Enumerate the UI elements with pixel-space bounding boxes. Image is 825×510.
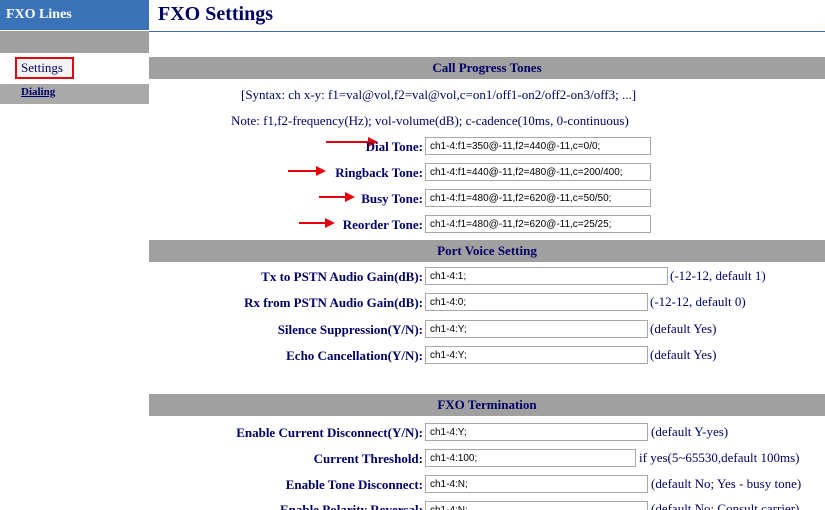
sidebar-item-dialing[interactable]: Dialing: [21, 86, 55, 98]
sidebar-header: FXO Lines: [0, 0, 149, 30]
frequency-note: Note: f1,f2-frequency(Hz); vol-volume(dB…: [231, 113, 629, 128]
tone-disconnect-hint: (default No; Yes - busy tone): [651, 476, 802, 491]
reorder-tone-label: Reorder Tone:: [342, 217, 423, 232]
sidebar: FXO Lines Settings Dialing: [0, 0, 149, 510]
syntax-note: [Syntax: ch x-y: f1=val@vol,f2=val@vol,c…: [241, 87, 637, 102]
tone-disconnect-input[interactable]: [425, 475, 648, 493]
title-divider: [149, 31, 825, 32]
dial-tone-input[interactable]: [425, 137, 651, 155]
polarity-reversal-label: Enable Polarity Reversal:: [280, 502, 423, 510]
section-header-fxo-termination: FXO Termination: [149, 394, 825, 416]
echo-cancellation-label: Echo Cancellation(Y/N):: [286, 348, 423, 363]
red-arrow-reorder: [299, 218, 335, 228]
rx-gain-label: Rx from PSTN Audio Gain(dB):: [244, 295, 423, 310]
dial-tone-label: Dial Tone:: [365, 139, 423, 154]
section-header-call-progress: Call Progress Tones: [149, 57, 825, 79]
ringback-tone-input[interactable]: [425, 163, 651, 181]
busy-tone-input[interactable]: [425, 189, 651, 207]
page-title: FXO Settings: [158, 3, 273, 25]
sidebar-item-settings[interactable]: Settings: [15, 57, 74, 79]
red-arrow-ringback: [288, 166, 326, 176]
silence-suppression-input[interactable]: [425, 320, 648, 338]
rx-gain-input[interactable]: [425, 293, 648, 311]
tx-gain-label: Tx to PSTN Audio Gain(dB):: [261, 269, 423, 284]
echo-cancellation-hint: (default Yes): [650, 347, 717, 362]
current-disconnect-input[interactable]: [425, 423, 648, 441]
section-header-port-voice: Port Voice Setting: [149, 240, 825, 262]
rx-gain-hint: (-12-12, default 0): [650, 294, 746, 309]
sidebar-spacer-bar: [0, 31, 149, 53]
echo-cancellation-input[interactable]: [425, 346, 648, 364]
current-disconnect-label: Enable Current Disconnect(Y/N):: [236, 425, 423, 440]
tone-disconnect-label: Enable Tone Disconnect:: [285, 477, 423, 492]
ringback-tone-label: Ringback Tone:: [335, 165, 423, 180]
current-threshold-hint: if yes(5~65530,default 100ms): [639, 450, 800, 465]
current-threshold-label: Current Threshold:: [313, 451, 423, 466]
polarity-reversal-input[interactable]: [425, 501, 648, 510]
polarity-reversal-hint: (default No; Consult carrier): [651, 501, 800, 510]
current-disconnect-hint: (default Y-yes): [651, 424, 729, 439]
silence-suppression-label: Silence Suppression(Y/N):: [277, 322, 423, 337]
current-threshold-input[interactable]: [425, 449, 636, 467]
busy-tone-label: Busy Tone:: [361, 191, 423, 206]
reorder-tone-input[interactable]: [425, 215, 651, 233]
red-arrow-busy: [319, 192, 355, 202]
silence-suppression-hint: (default Yes): [650, 321, 717, 336]
tx-gain-hint: (-12-12, default 1): [670, 268, 766, 283]
tx-gain-input[interactable]: [425, 267, 668, 285]
